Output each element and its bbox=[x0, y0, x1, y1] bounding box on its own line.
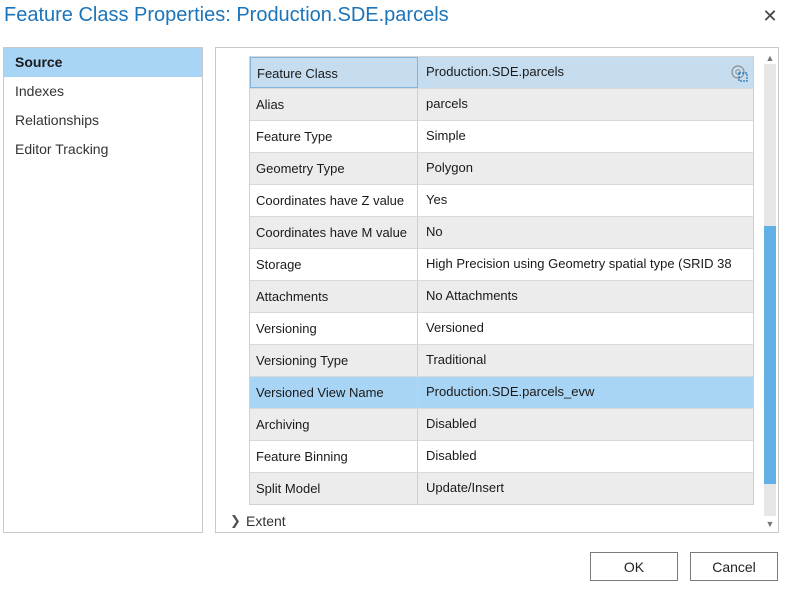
property-name: Feature Binning bbox=[250, 441, 418, 472]
table-row[interactable]: Alias parcels bbox=[250, 88, 753, 120]
table-row[interactable]: Versioning Versioned bbox=[250, 312, 753, 344]
property-value: Disabled bbox=[426, 416, 477, 431]
property-value: Simple bbox=[426, 128, 466, 143]
ok-button[interactable]: OK bbox=[590, 552, 678, 581]
property-name: Storage bbox=[250, 249, 418, 280]
table-row[interactable]: Archiving Disabled bbox=[250, 408, 753, 440]
feature-class-properties-dialog: Feature Class Properties: Production.SDE… bbox=[0, 0, 788, 590]
scroll-thumb[interactable] bbox=[764, 226, 776, 484]
property-name: Archiving bbox=[250, 409, 418, 440]
property-value: parcels bbox=[426, 96, 468, 111]
extent-section-toggle[interactable]: ❯ Extent bbox=[230, 513, 286, 529]
property-value: Production.SDE.parcels_evw bbox=[426, 384, 595, 399]
property-value: Production.SDE.parcels bbox=[418, 57, 753, 88]
properties-panel: Feature Class Production.SDE.parcels Ali… bbox=[215, 47, 779, 533]
sidebar: Source Indexes Relationships Editor Trac… bbox=[3, 47, 203, 533]
property-value: High Precision using Geometry spatial ty… bbox=[426, 256, 732, 271]
sidebar-item-indexes[interactable]: Indexes bbox=[4, 77, 202, 106]
property-value: Disabled bbox=[426, 448, 477, 463]
property-name: Split Model bbox=[250, 473, 418, 504]
table-row[interactable]: Feature Binning Disabled bbox=[250, 440, 753, 472]
table-row[interactable]: Geometry Type Polygon bbox=[250, 152, 753, 184]
property-name: Coordinates have Z value bbox=[250, 185, 418, 216]
table-row[interactable]: Split Model Update/Insert bbox=[250, 472, 753, 504]
table-row[interactable]: Coordinates have Z value Yes bbox=[250, 184, 753, 216]
table-row[interactable]: Feature Class Production.SDE.parcels bbox=[250, 56, 753, 88]
table-row[interactable]: Storage High Precision using Geometry sp… bbox=[250, 248, 753, 280]
property-name: Versioning Type bbox=[250, 345, 418, 376]
property-name: Feature Type bbox=[250, 121, 418, 152]
property-name: Versioned View Name bbox=[250, 377, 418, 408]
property-value-text: Production.SDE.parcels bbox=[426, 64, 565, 79]
extent-label: Extent bbox=[246, 513, 286, 529]
property-name: Versioning bbox=[250, 313, 418, 344]
property-value: Update/Insert bbox=[426, 480, 505, 495]
sidebar-item-source[interactable]: Source bbox=[4, 48, 202, 77]
properties-grid: Feature Class Production.SDE.parcels Ali… bbox=[249, 56, 754, 505]
table-row[interactable]: Versioning Type Traditional bbox=[250, 344, 753, 376]
property-value: Polygon bbox=[426, 160, 473, 175]
cancel-button[interactable]: Cancel bbox=[690, 552, 778, 581]
property-value: Yes bbox=[426, 192, 448, 207]
sidebar-item-editor-tracking[interactable]: Editor Tracking bbox=[4, 135, 202, 164]
table-row[interactable]: Feature Type Simple bbox=[250, 120, 753, 152]
vertical-scrollbar[interactable]: ▲ ▼ bbox=[761, 48, 778, 532]
copy-icon[interactable] bbox=[729, 63, 749, 83]
property-name: Geometry Type bbox=[250, 153, 418, 184]
property-name: Coordinates have M value bbox=[250, 217, 418, 248]
property-name: Attachments bbox=[250, 281, 418, 312]
property-value: Traditional bbox=[426, 352, 487, 367]
property-value: No bbox=[426, 224, 443, 239]
property-value: Versioned bbox=[426, 320, 484, 335]
dialog-title: Feature Class Properties: Production.SDE… bbox=[4, 4, 449, 26]
property-value: No Attachments bbox=[426, 288, 518, 303]
chevron-right-icon: ❯ bbox=[230, 513, 241, 528]
property-name: Feature Class bbox=[250, 57, 418, 88]
scroll-down-arrow-icon[interactable]: ▼ bbox=[761, 516, 778, 532]
close-icon[interactable]: ✕ bbox=[758, 4, 782, 28]
table-row[interactable]: Versioned View Name Production.SDE.parce… bbox=[250, 376, 753, 408]
property-name: Alias bbox=[250, 89, 418, 120]
sidebar-item-relationships[interactable]: Relationships bbox=[4, 106, 202, 135]
table-row[interactable]: Attachments No Attachments bbox=[250, 280, 753, 312]
table-row[interactable]: Coordinates have M value No bbox=[250, 216, 753, 248]
